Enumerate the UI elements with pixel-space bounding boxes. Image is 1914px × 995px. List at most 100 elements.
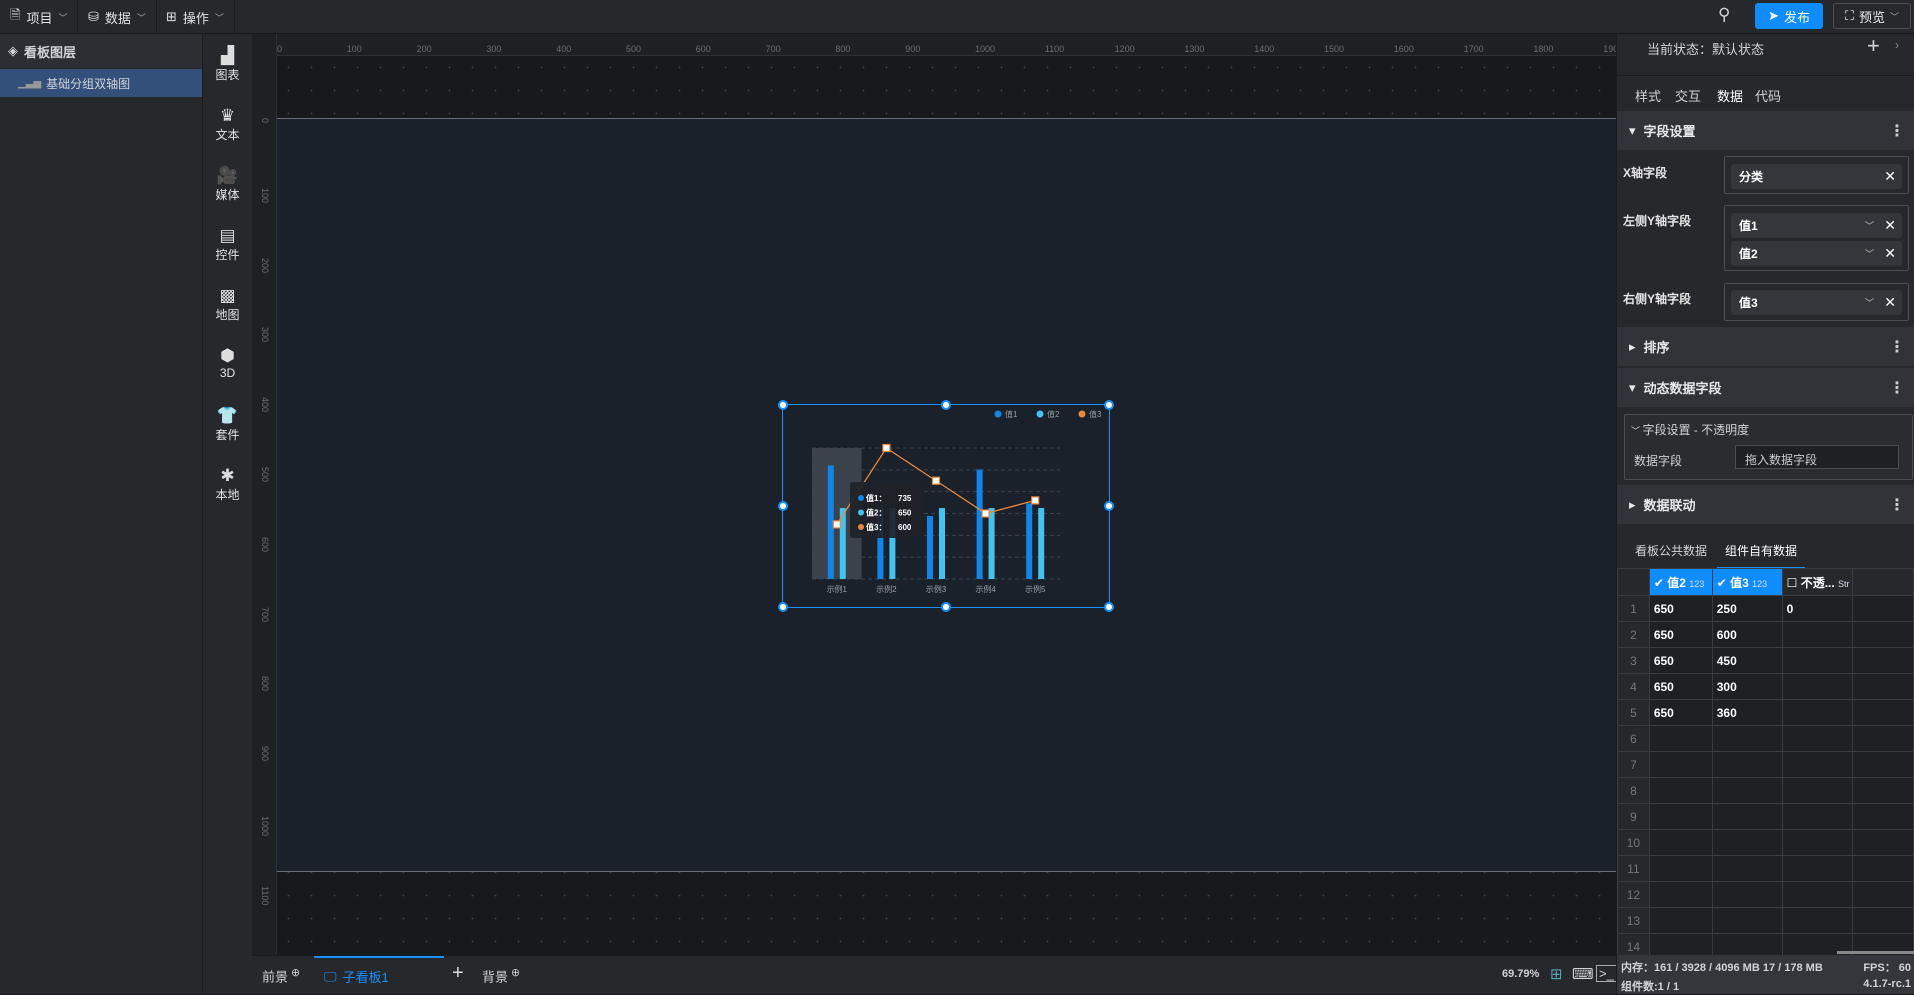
dual-axis-chart-widget[interactable]: 示例1 示例2 示例3 示例4 示例5 值1 值2 值3 值1： 735 值2： 650 值3： 600 [778, 400, 1114, 612]
table-cell[interactable] [1851, 881, 1914, 908]
chevron-down-icon[interactable]: ﹀ [1865, 219, 1874, 232]
table-cell[interactable] [1648, 907, 1713, 934]
table-cell[interactable]: 300 [1711, 673, 1783, 700]
add-circle-icon[interactable]: ⊕ [508, 967, 520, 979]
table-cell[interactable] [1851, 621, 1914, 648]
close-icon[interactable]: ✕ [1884, 245, 1896, 262]
tab-own-data[interactable]: 组件自有数据 [1717, 542, 1805, 569]
tab-interaction[interactable]: 交互 [1675, 86, 1701, 105]
data-field-dropzone[interactable]: 拖入数据字段 [1735, 445, 1899, 469]
table-cell[interactable] [1648, 725, 1713, 752]
table-cell[interactable] [1711, 751, 1783, 778]
tool-text[interactable]: ♛ 文本 [203, 106, 252, 143]
table-cell[interactable] [1781, 881, 1853, 908]
tab-code[interactable]: 代码 [1755, 86, 1781, 105]
table-cell[interactable] [1781, 699, 1853, 726]
table-cell[interactable]: 600 [1711, 621, 1783, 648]
table-cell[interactable] [1648, 881, 1713, 908]
tool-control[interactable]: ▤ 控件 [203, 226, 252, 263]
tab-sub-board[interactable]: 🖵 子看板1 [314, 956, 444, 995]
resize-handle[interactable] [778, 400, 788, 410]
tool-media[interactable]: 🎥 媒体 [203, 166, 252, 203]
tab-public-data[interactable]: 看板公共数据 [1635, 542, 1707, 559]
resize-handle[interactable] [1104, 602, 1114, 612]
checkbox-checked-icon[interactable]: ✔ [1717, 576, 1727, 590]
table-cell[interactable]: 650 [1648, 647, 1713, 674]
section-sort[interactable]: ▸ 排序 ⋮ [1617, 327, 1914, 366]
table-cell[interactable] [1648, 803, 1713, 830]
chevron-right-icon[interactable]: › [1895, 38, 1899, 52]
table-cell[interactable]: 450 [1711, 647, 1783, 674]
table-cell[interactable] [1711, 855, 1783, 882]
menu-project[interactable]: 🗎 项目 ﹀ [0, 0, 79, 34]
tool-shirt[interactable]: 👕 套件 [203, 406, 252, 443]
left-y-field-1[interactable]: 值1 ﹀ ✕ [1731, 213, 1902, 238]
table-cell[interactable] [1711, 725, 1783, 752]
section-data-linkage[interactable]: ▸ 数据联动 ⋮ [1617, 485, 1914, 524]
table-cell[interactable]: 650 [1648, 595, 1713, 622]
table-cell[interactable] [1851, 595, 1914, 622]
table-cell[interactable] [1781, 751, 1853, 778]
table-cell[interactable] [1648, 829, 1713, 856]
state-value[interactable]: 默认状态 [1712, 42, 1764, 57]
table-cell[interactable] [1781, 777, 1853, 804]
table-cell[interactable] [1851, 699, 1914, 726]
column-header[interactable]: ✔ 值2 123 [1648, 568, 1713, 596]
table-cell[interactable] [1648, 855, 1713, 882]
terminal-icon[interactable]: >_ [1596, 965, 1617, 982]
table-cell[interactable] [1851, 647, 1914, 674]
resize-handle[interactable] [778, 501, 788, 511]
close-icon[interactable]: ✕ [1884, 294, 1896, 311]
section-field-settings[interactable]: ▾ 字段设置 ⋮ [1617, 111, 1914, 150]
table-cell[interactable] [1781, 725, 1853, 752]
table-cell[interactable] [1781, 647, 1853, 674]
publish-button[interactable]: ➤ 发布 [1755, 3, 1823, 29]
table-cell[interactable] [1851, 673, 1914, 700]
menu-data[interactable]: ⛁ 数据 ﹀ [78, 0, 157, 34]
table-cell[interactable] [1851, 907, 1914, 934]
checkbox-icon[interactable]: ☐ [1787, 576, 1798, 590]
search-icon[interactable]: ⚲ [1718, 5, 1730, 25]
add-circle-icon[interactable]: ⊕ [288, 967, 300, 979]
tool-puzzle[interactable]: ✱ 本地 [203, 466, 252, 503]
add-state-button[interactable]: + [1867, 33, 1880, 59]
tab-foreground[interactable]: 前景 ⊕ [262, 966, 300, 985]
table-cell[interactable] [1781, 907, 1853, 934]
table-cell[interactable] [1711, 777, 1783, 804]
more-icon[interactable]: ⋮ [1889, 337, 1905, 357]
table-cell[interactable] [1711, 881, 1783, 908]
tool-bar-chart[interactable]: ▟ 图表 [203, 46, 252, 83]
tool-cube[interactable]: ⬢ 3D [203, 346, 252, 380]
left-y-field-2[interactable]: 值2 ﹀ ✕ [1731, 241, 1902, 266]
layer-item[interactable]: ▁▃▅ 基础分组双轴图 [0, 69, 202, 97]
table-cell[interactable] [1781, 803, 1853, 830]
table-cell[interactable] [1648, 751, 1713, 778]
table-cell[interactable]: 650 [1648, 621, 1713, 648]
table-cell[interactable] [1851, 829, 1914, 856]
table-cell[interactable] [1851, 803, 1914, 830]
right-y-field[interactable]: 值3 ﹀ ✕ [1731, 290, 1902, 315]
table-cell[interactable] [1711, 829, 1783, 856]
add-tab-button[interactable]: + [452, 962, 464, 985]
table-cell[interactable] [1781, 855, 1853, 882]
resize-handle[interactable] [1104, 501, 1114, 511]
more-icon[interactable]: ⋮ [1889, 378, 1905, 398]
table-cell[interactable]: 250 [1711, 595, 1783, 622]
table-cell[interactable] [1851, 751, 1914, 778]
table-cell[interactable] [1851, 777, 1914, 804]
resize-handle[interactable] [1104, 400, 1114, 410]
fit-screen-icon[interactable]: ⊞ [1550, 965, 1563, 983]
chevron-down-icon[interactable]: ﹀ [1865, 296, 1874, 309]
column-header[interactable]: ✔ 值3 123 [1711, 568, 1783, 596]
tab-style[interactable]: 样式 [1635, 86, 1661, 105]
tool-map[interactable]: ▩ 地图 [203, 286, 252, 323]
table-cell[interactable] [1781, 829, 1853, 856]
table-cell[interactable] [1851, 725, 1914, 752]
more-icon[interactable]: ⋮ [1889, 121, 1905, 141]
resize-handle[interactable] [941, 400, 951, 410]
horizontal-scrollbar[interactable] [1837, 951, 1914, 954]
table-cell[interactable]: 360 [1711, 699, 1783, 726]
table-cell[interactable] [1711, 907, 1783, 934]
data-table[interactable]: ✔ 值2 123 ✔ 值3 123 ☐ 不透... Str 1 650 250 0 2 650… [1617, 568, 1914, 960]
column-header[interactable]: ☐ 不透... Str [1781, 568, 1853, 596]
